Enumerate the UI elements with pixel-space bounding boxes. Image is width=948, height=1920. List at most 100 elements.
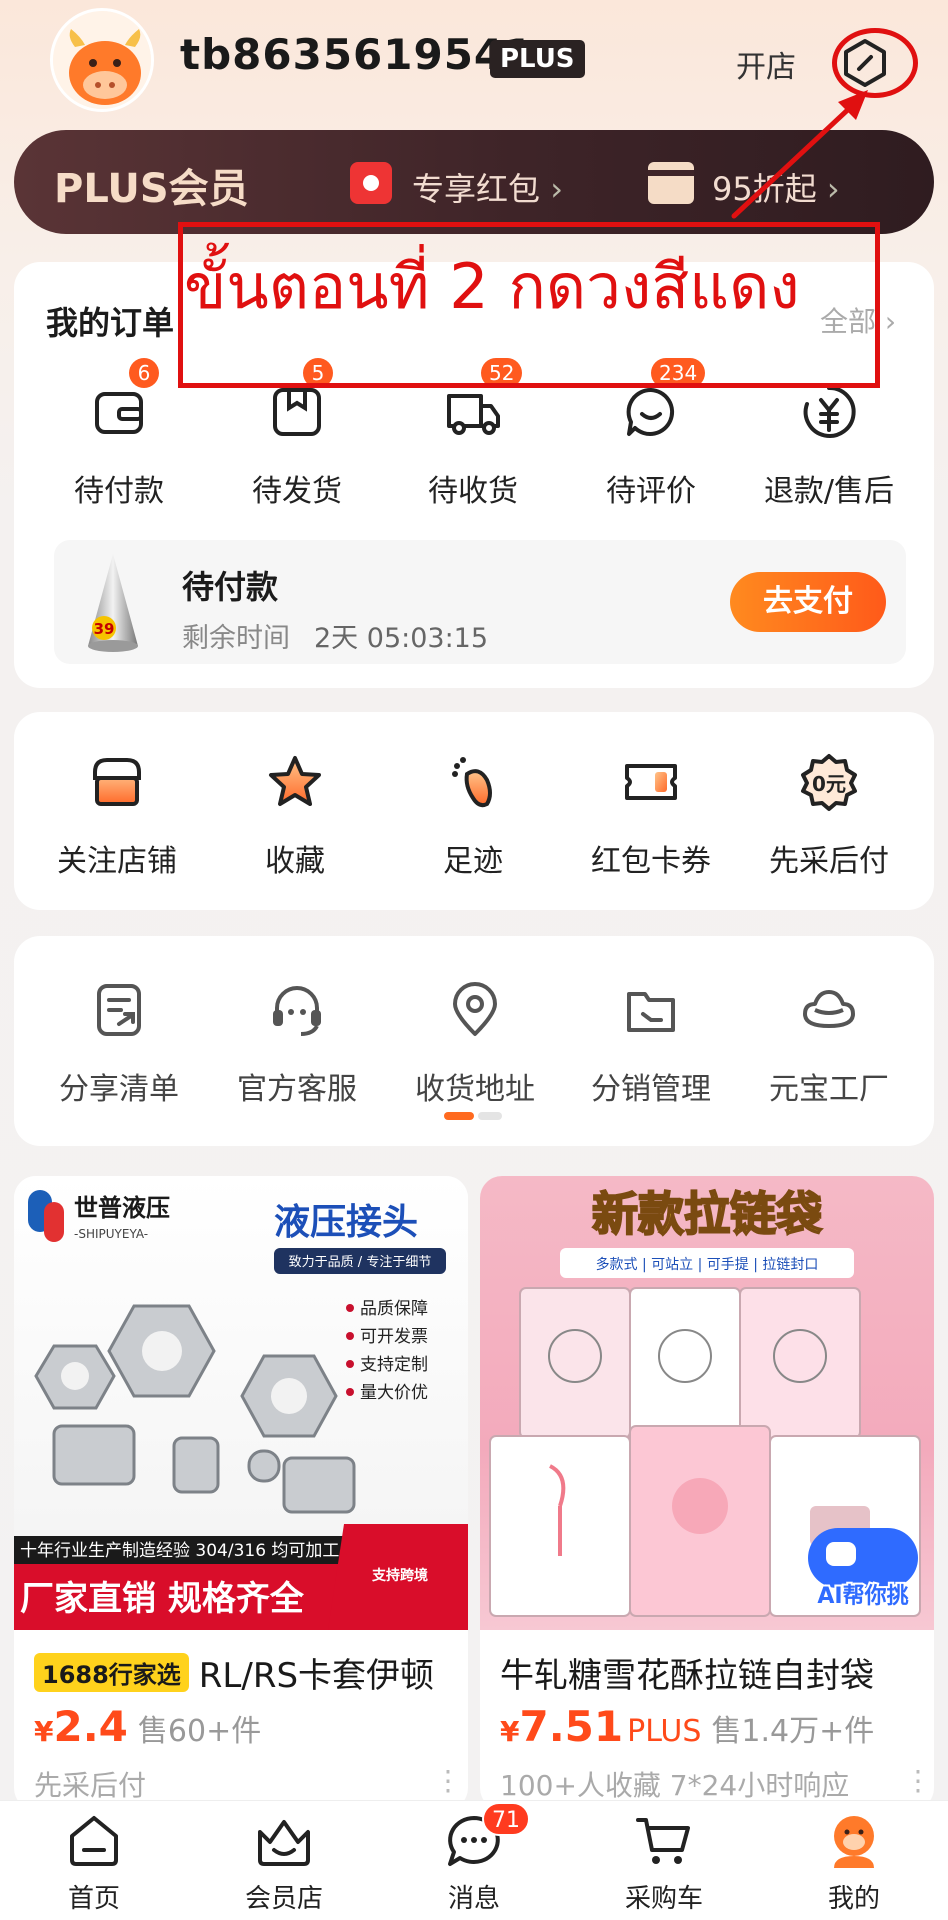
share-list-icon (89, 980, 149, 1040)
order-status-label: 待发货 (252, 474, 342, 509)
chevron-right-icon: › (884, 305, 897, 338)
tab-label: 消息 (447, 1884, 500, 1914)
member-store-icon (254, 1812, 314, 1870)
tab-label: 我的 (827, 1884, 880, 1914)
product-image: 世普液压 -SHIPUYEYA- 液压接头 致力于品质 / 专注于细节 品质保障… (14, 1176, 468, 1630)
image-headline: 液压接头 (274, 1202, 418, 1243)
image-bullet: 可开发票 (360, 1327, 428, 1347)
pending-order-thumbnail: 39 (66, 550, 160, 654)
shortcut-followed-stores[interactable]: 关注店铺 (32, 752, 202, 880)
wallet-icon: 6 (89, 358, 159, 442)
product-price: 2.4 (53, 1702, 128, 1751)
username: tb8635619541 (180, 30, 535, 79)
cow-mascot-avatar-icon (53, 11, 151, 109)
product-title: 1688行家选 RL/RS卡套伊顿 (34, 1648, 434, 1697)
store-icon (87, 752, 147, 812)
location-pin-icon (445, 980, 505, 1040)
order-status-pending-review[interactable]: 234 待评价 (566, 358, 736, 510)
plus-price-tag: PLUS (627, 1714, 702, 1749)
go-pay-button[interactable]: 去支付 (730, 572, 886, 632)
headset-icon (267, 980, 327, 1040)
tool-distribution-management[interactable]: 分销管理 (566, 980, 736, 1108)
chat-smile-icon: 234 (621, 358, 706, 442)
seller-tag: 1688行家选 (34, 1653, 189, 1692)
tab-profile[interactable]: 我的 (794, 1812, 914, 1915)
tool-customer-service[interactable]: 官方客服 (212, 980, 382, 1108)
annotation-arrow (731, 90, 868, 219)
shortcut-label: 关注店铺 (57, 844, 177, 879)
image-slogan: 致力于品质 / 专注于细节 (289, 1255, 432, 1270)
order-status-label: 退款/售后 (763, 474, 895, 509)
product-subtext: 先采后付 (34, 1769, 147, 1802)
plus-member-title: PLUS会员 (54, 166, 249, 212)
shortcut-buy-now-pay-later[interactable]: 0元 先采后付 (744, 752, 914, 880)
product-title-text: RL/RS卡套伊顿 (198, 1656, 435, 1696)
sold-count: 售60+件 (137, 1714, 262, 1749)
pager-dot (478, 1112, 502, 1120)
tool-label: 收货地址 (415, 1072, 535, 1107)
image-bullet: 品质保障 (360, 1299, 428, 1319)
tool-label: 分享清单 (59, 1072, 179, 1107)
currency-symbol: ¥ (34, 1715, 54, 1748)
coupon-icon (621, 752, 681, 812)
product-title: 牛轧糖雪花酥拉链自封袋 (500, 1656, 874, 1696)
badge-zero-yuan-icon: 0元 (799, 752, 859, 812)
tab-label: 采购车 (624, 1884, 703, 1914)
chevron-right-icon: › (550, 170, 563, 208)
product-card[interactable]: 世普液压 -SHIPUYEYA- 液压接头 致力于品质 / 专注于细节 品质保障… (14, 1176, 468, 1810)
shortcut-coupons[interactable]: 红包卡券 (566, 752, 736, 880)
image-headline: 新款拉链袋 (592, 1187, 822, 1241)
order-status-label: 待付款 (74, 474, 164, 509)
home-icon (64, 1812, 124, 1870)
footprint-icon (443, 752, 503, 812)
shortcut-label: 收藏 (265, 844, 325, 879)
more-options-icon[interactable]: ⋮ (434, 1764, 462, 1797)
ingot-icon (799, 980, 859, 1040)
tool-ingot-factory[interactable]: 元宝工厂 (744, 980, 914, 1108)
brand-name: 世普液压 (74, 1194, 170, 1222)
more-options-icon[interactable]: ⋮ (904, 1764, 932, 1797)
exclusive-redpack-label: 专享红包 (412, 170, 541, 208)
ai-assistant-label[interactable]: AI帮你挑 (815, 1581, 910, 1611)
order-status-pending-payment[interactable]: 6 待付款 (34, 358, 204, 510)
order-status-pending-shipment[interactable]: 5 待发货 (212, 358, 382, 510)
product-price: 7.51 (519, 1702, 624, 1751)
tab-label: 会员店 (244, 1884, 323, 1914)
price-row: ¥2.4 售60+件 (34, 1702, 261, 1751)
tool-share-list[interactable]: 分享清单 (34, 980, 204, 1108)
tool-label: 官方客服 (237, 1072, 357, 1107)
tab-cart[interactable]: 采购车 (604, 1812, 724, 1915)
image-corner-text: 支持跨境 (371, 1567, 428, 1584)
brand-english: -SHIPUYEYA- (74, 1227, 148, 1241)
order-status-refund[interactable]: 退款/售后 (744, 382, 914, 510)
shortcut-favorites[interactable]: 收藏 (210, 752, 380, 880)
product-card[interactable]: 新款拉链袋 多款式 | 可站立 | 可手提 | 拉链封口 AI帮你挑 牛轧糖雪花… (480, 1176, 934, 1810)
image-footer-line: 十年行业生产制造经验 304/316 均可加工 (20, 1541, 339, 1561)
user-avatar[interactable] (50, 8, 154, 112)
exclusive-redpack-link[interactable]: 专享红包 › (412, 164, 563, 210)
currency-symbol: ¥ (500, 1715, 520, 1748)
order-status-label: 待收货 (428, 474, 518, 509)
tab-member-store[interactable]: 会员店 (224, 1812, 344, 1915)
tab-label: 首页 (67, 1884, 120, 1914)
tool-label: 元宝工厂 (769, 1072, 889, 1107)
calendar-icon (648, 162, 694, 204)
unread-badge: 71 (482, 1802, 530, 1836)
folder-icon (621, 980, 681, 1040)
tool-shipping-address[interactable]: 收货地址 (390, 980, 560, 1108)
order-status-pending-receipt[interactable]: 52 待收货 (388, 358, 558, 510)
image-footer-big: 厂家直销 规格齐全 (20, 1579, 305, 1619)
star-icon (265, 752, 325, 812)
tab-messages[interactable]: 71 消息 (414, 1802, 534, 1915)
zero-yuan-text: 0元 (812, 772, 846, 796)
remaining-time-value: 2天 05:03:15 (314, 623, 489, 654)
my-orders-title: 我的订单 (46, 304, 175, 342)
profile-mascot-icon (824, 1812, 884, 1870)
shortcut-footprints[interactable]: 足迹 (388, 752, 558, 880)
tab-home[interactable]: 首页 (34, 1812, 154, 1915)
order-status-label: 待评价 (606, 474, 696, 509)
remaining-time-label: 剩余时间 (182, 623, 290, 654)
price-row: ¥7.51 PLUS 售1.4万+件 (500, 1702, 874, 1751)
plus-membership-badge: PLUS (490, 40, 585, 78)
truck-icon: 52 (443, 358, 523, 442)
